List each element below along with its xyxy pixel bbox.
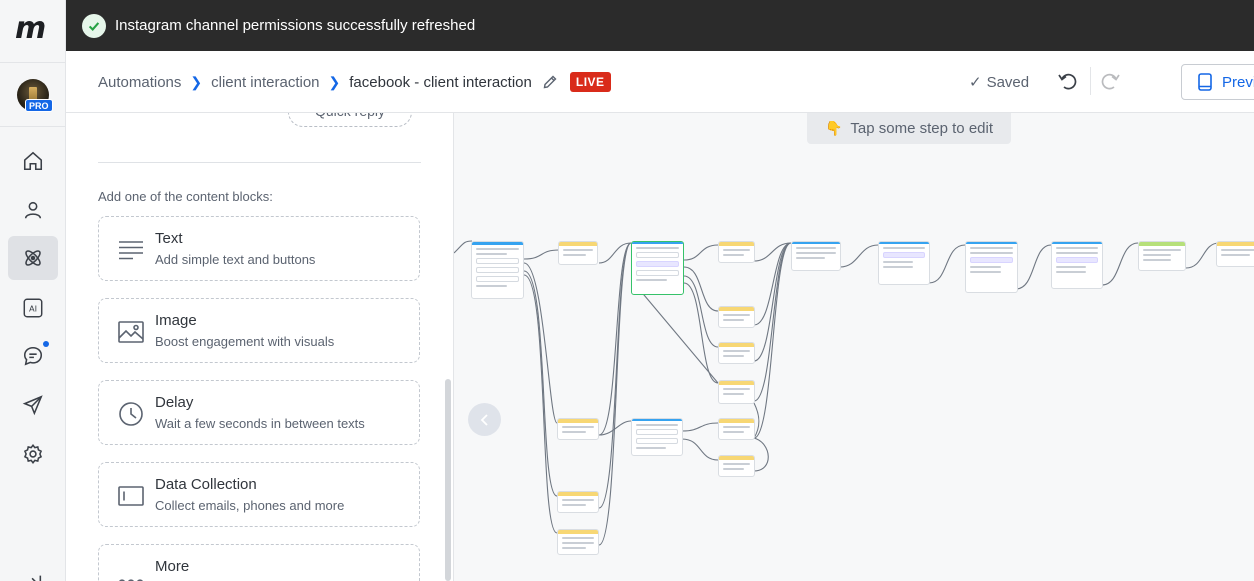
flow-node-selected[interactable]: [631, 241, 684, 295]
redo-icon[interactable]: [1100, 70, 1122, 92]
block-description: Boost engagement with visuals: [155, 334, 335, 349]
home-icon: [23, 151, 43, 171]
chat-icon: [23, 346, 43, 366]
chevron-right-icon: ❯: [190, 73, 203, 90]
gear-icon: [23, 444, 43, 464]
flow-node[interactable]: [557, 491, 599, 513]
flow-canvas[interactable]: 👇 Tap some step to edit: [454, 113, 1254, 581]
rail-divider: [0, 62, 66, 63]
flow-node[interactable]: [558, 241, 598, 265]
breadcrumb: Automations ❯ client interaction ❯ faceb…: [98, 72, 611, 92]
sidebar-item-broadcasting[interactable]: [8, 383, 58, 427]
automation-icon: [25, 250, 41, 266]
text-lines-icon: [119, 241, 143, 260]
collapse-sidebar-icon: [31, 575, 42, 581]
breadcrumb-flow-name[interactable]: facebook - client interaction: [349, 74, 532, 91]
flow-node[interactable]: [718, 241, 755, 263]
flow-node[interactable]: [631, 418, 683, 456]
undo-icon[interactable]: [1056, 70, 1078, 92]
app-root: m PRO AI Instagram channel permissions s…: [0, 0, 1254, 581]
clock-icon: [119, 402, 143, 426]
save-status: ✓ Saved: [969, 73, 1030, 92]
more-dots-icon: [119, 579, 143, 581]
canvas-hint-text: Tap some step to edit: [850, 120, 994, 137]
breadcrumb-automations[interactable]: Automations: [98, 74, 181, 91]
pro-badge: PRO: [25, 99, 53, 112]
block-title: Delay: [155, 394, 194, 411]
left-rail: m PRO AI: [0, 0, 66, 581]
manychat-logo[interactable]: m: [15, 14, 51, 44]
quick-reply-button[interactable]: Quick reply: [288, 113, 412, 127]
pointing-hand-icon: 👇: [824, 120, 843, 136]
block-description: Collect emails, phones and more: [155, 498, 345, 513]
flow-node[interactable]: [1051, 241, 1103, 289]
send-icon: [22, 395, 43, 416]
sidebar-item-ai[interactable]: AI: [8, 286, 58, 330]
panel-divider: [98, 162, 421, 163]
pencil-icon[interactable]: [542, 74, 558, 90]
sidebar-item-live-chat[interactable]: [8, 334, 58, 378]
user-icon: [24, 201, 42, 219]
block-title: Image: [155, 312, 197, 329]
svg-text:AI: AI: [29, 304, 37, 314]
flow-node[interactable]: [557, 529, 599, 555]
flow-node[interactable]: [718, 306, 755, 328]
block-title: More: [155, 558, 190, 575]
flow-node[interactable]: [718, 380, 755, 404]
flow-node[interactable]: [557, 418, 599, 440]
sidebar-item-contacts[interactable]: [8, 188, 58, 232]
flow-node[interactable]: [471, 241, 524, 299]
image-block-button[interactable]: Image Boost engagement with visuals: [98, 298, 420, 363]
block-title: Data Collection: [155, 476, 257, 493]
panel-scrollbar[interactable]: [445, 379, 451, 581]
sidebar-collapse-button[interactable]: [8, 560, 58, 581]
breadcrumb-folder[interactable]: client interaction: [211, 74, 319, 91]
flow-node[interactable]: [878, 241, 930, 285]
data-collection-block-button[interactable]: Data Collection Collect emails, phones a…: [98, 462, 420, 527]
text-block-button[interactable]: Text Add simple text and buttons: [98, 216, 420, 281]
rail-divider: [0, 126, 66, 127]
flow-node[interactable]: [718, 455, 755, 477]
flow-header: Automations ❯ client interaction ❯ faceb…: [66, 51, 1254, 113]
canvas-hint: 👇 Tap some step to edit: [807, 113, 1011, 144]
panel-caption: Add one of the content blocks:: [98, 189, 273, 204]
flow-node[interactable]: [965, 241, 1018, 293]
flow-node[interactable]: [1138, 241, 1186, 271]
canvas-collapse-button[interactable]: [468, 403, 501, 436]
toolbar-divider: [1090, 67, 1091, 95]
input-field-icon: [118, 486, 144, 506]
sidebar-item-automation[interactable]: [8, 236, 58, 280]
flow-node[interactable]: [791, 241, 841, 271]
image-icon: [118, 321, 144, 343]
sidebar-item-settings[interactable]: [8, 432, 58, 476]
content-blocks-panel: Quick reply Add one of the content block…: [66, 113, 454, 581]
ai-icon: AI: [23, 298, 43, 318]
preview-button[interactable]: Preview: [1181, 64, 1254, 100]
block-description: Wait a few seconds in between texts: [155, 416, 365, 431]
preview-label: Preview: [1222, 73, 1254, 91]
flow-node[interactable]: [1216, 241, 1254, 267]
more-block-button[interactable]: More: [98, 544, 420, 581]
block-title: Text: [155, 230, 183, 247]
status-badge: LIVE: [569, 72, 611, 92]
success-banner: Instagram channel permissions successful…: [66, 0, 1254, 51]
notification-dot: [43, 341, 49, 347]
flow-node[interactable]: [718, 342, 755, 364]
block-description: Add simple text and buttons: [155, 252, 316, 267]
chevron-right-icon: ❯: [328, 73, 341, 90]
delay-block-button[interactable]: Delay Wait a few seconds in between text…: [98, 380, 420, 445]
save-status-label: Saved: [986, 73, 1030, 91]
banner-message: Instagram channel permissions successful…: [115, 17, 476, 34]
sidebar-item-home[interactable]: [8, 139, 58, 183]
phone-icon: [1198, 73, 1212, 91]
check-circle-icon: [82, 13, 106, 38]
flow-node[interactable]: [718, 418, 755, 440]
checkmark-icon: ✓: [969, 74, 982, 91]
chevron-left-icon: [480, 413, 488, 426]
